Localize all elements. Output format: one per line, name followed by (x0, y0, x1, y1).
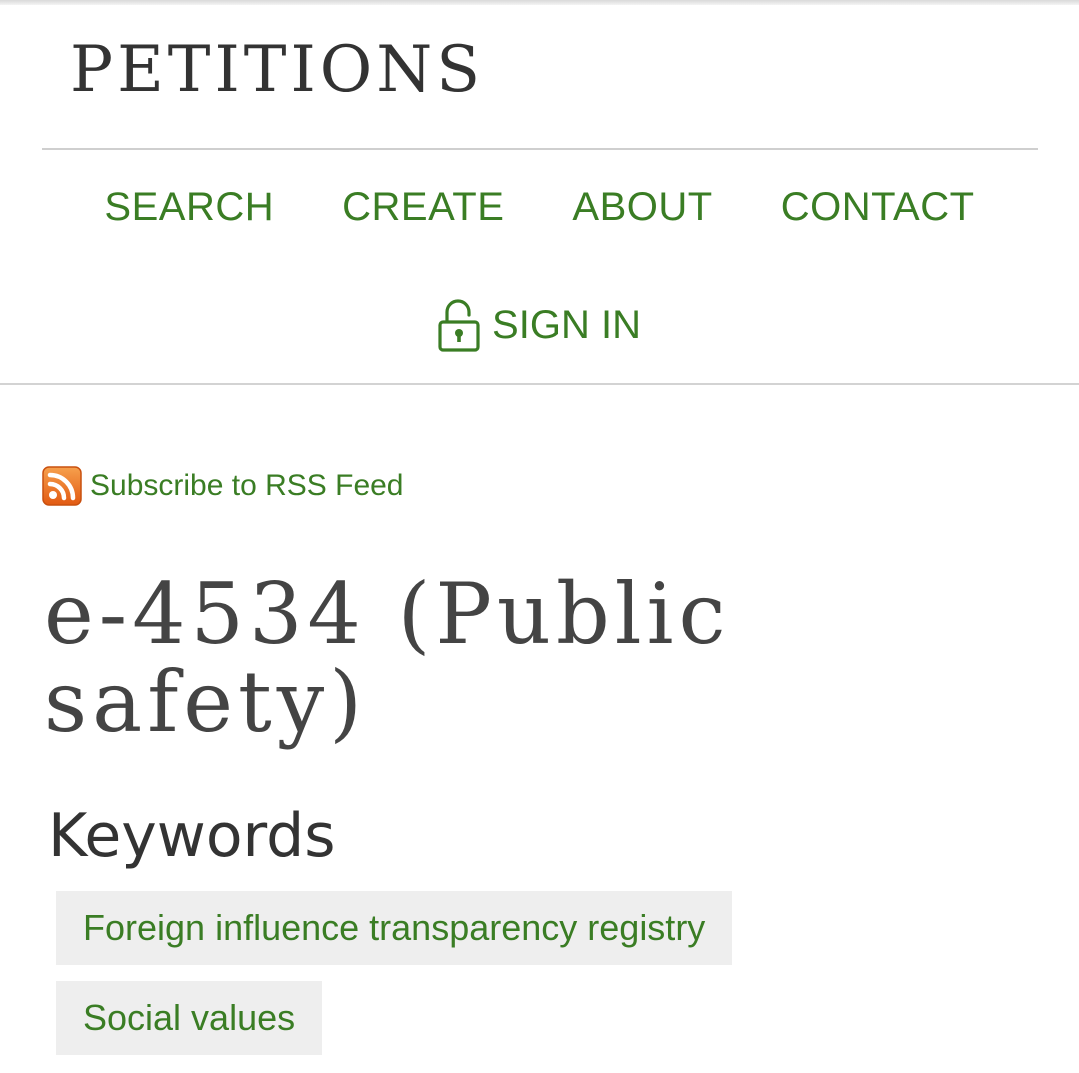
petition-title: e-4534 (Public safety) (44, 565, 731, 751)
rss-subscribe-label: Subscribe to RSS Feed (90, 469, 404, 502)
top-edge (0, 0, 1079, 5)
header-divider (42, 148, 1038, 150)
sign-in-link[interactable]: SIGN IN (0, 298, 1079, 352)
keyword-tag[interactable]: Foreign influence transparency registry (56, 891, 733, 965)
keyword-tag[interactable]: Social values (56, 981, 323, 1055)
sign-in-label: SIGN IN (492, 303, 641, 347)
nav-about-link[interactable]: ABOUT (572, 182, 712, 232)
rss-feed-icon (42, 466, 82, 506)
nav-create-link[interactable]: CREATE (342, 182, 504, 232)
rss-subscribe-link[interactable]: Subscribe to RSS Feed (42, 466, 404, 506)
keywords-heading: Keywords (48, 801, 336, 871)
nav-contact-link[interactable]: CONTACT (781, 182, 975, 232)
main-nav: SEARCH CREATE ABOUT CONTACT (0, 182, 1079, 232)
nav-search-link[interactable]: SEARCH (104, 182, 274, 232)
unlock-icon (438, 298, 482, 352)
header-bottom-divider (0, 383, 1079, 385)
site-title[interactable]: PETITIONS (70, 38, 484, 102)
